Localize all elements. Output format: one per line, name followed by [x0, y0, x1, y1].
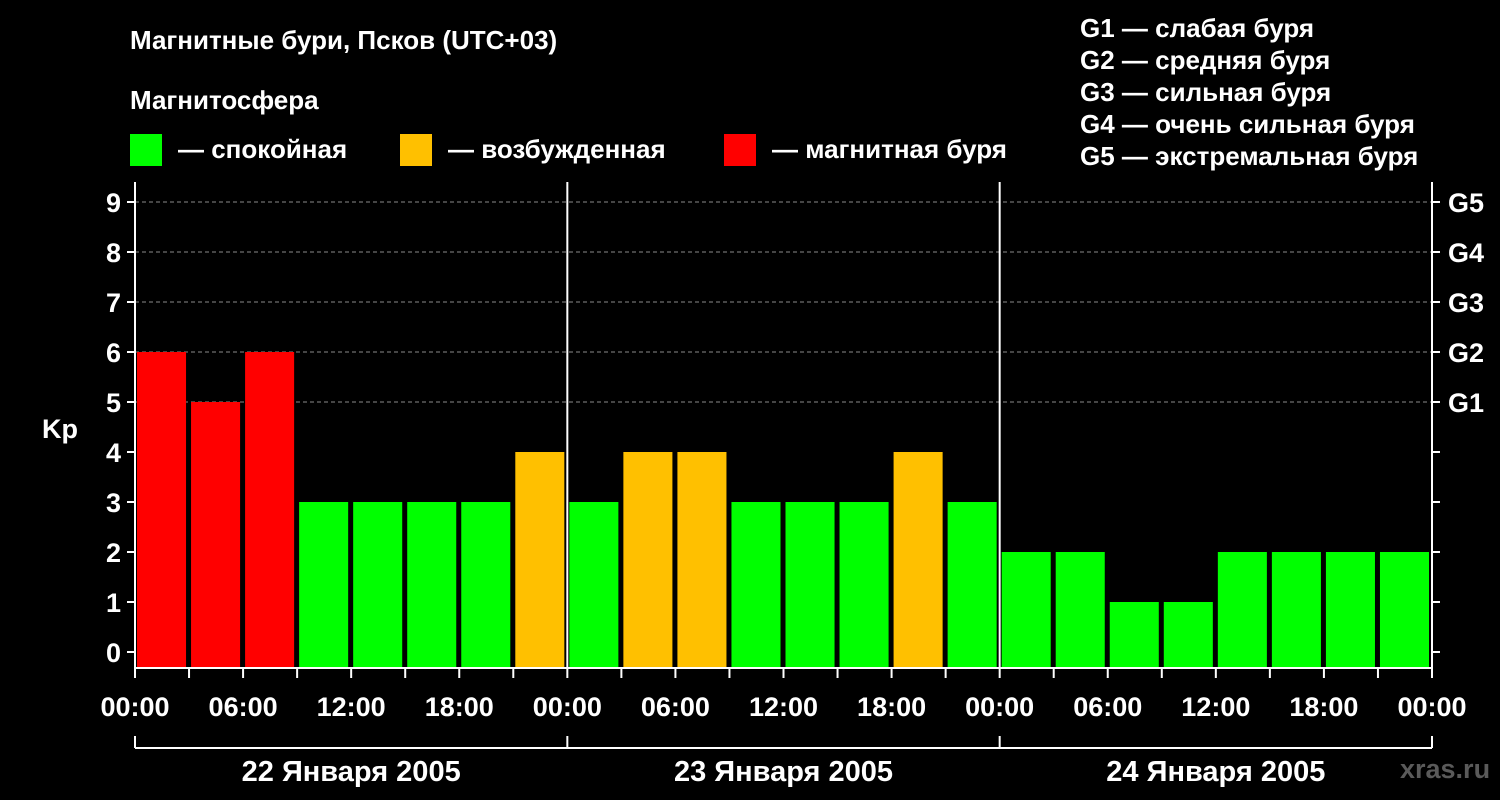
bar — [677, 452, 727, 668]
g-legend-g3: G3 — сильная буря — [1080, 77, 1331, 107]
g-legend-g5: G5 — экстремальная буря — [1080, 141, 1418, 171]
bar — [839, 502, 889, 668]
y-tick-label: 0 — [106, 638, 121, 668]
y2-tick-label: G2 — [1448, 338, 1484, 368]
x-tick-label: 18:00 — [1289, 692, 1358, 722]
bar — [1001, 552, 1051, 668]
bar — [1163, 602, 1213, 668]
day-label: 23 Января 2005 — [674, 756, 893, 788]
y-tick-label: 1 — [106, 588, 121, 618]
x-tick-label: 18:00 — [857, 692, 926, 722]
bar — [623, 452, 673, 668]
bar — [191, 402, 241, 668]
bar — [1217, 552, 1267, 668]
x-tick-label: 00:00 — [533, 692, 602, 722]
kp-chart: Магнитные бури, Псков (UTC+03) Магнитосф… — [42, 13, 1490, 788]
x-tick-label: 18:00 — [425, 692, 494, 722]
bar — [1109, 602, 1159, 668]
legend-label-storm: — магнитная буря — [772, 134, 1007, 164]
legend-swatch-quiet — [130, 134, 162, 166]
bar — [245, 352, 295, 668]
bar — [407, 502, 457, 668]
x-tick-label: 06:00 — [1073, 692, 1142, 722]
x-tick-label: 00:00 — [965, 692, 1034, 722]
chart-title: Магнитные бури, Псков (UTC+03) — [130, 25, 557, 55]
x-tick-label: 12:00 — [317, 692, 386, 722]
bar — [1379, 552, 1429, 668]
ticks: 0 1 2 3 4 5 6 7 8 9 G1 G2 G3 G4 G5 00:00 06:00 12:00 18:00… — [100, 188, 1484, 788]
x-tick-label: 00:00 — [1397, 692, 1466, 722]
y-tick-label: 5 — [106, 388, 121, 418]
g-legend-g1: G1 — слабая буря — [1080, 13, 1314, 43]
bar — [137, 352, 187, 668]
bars — [137, 352, 1429, 668]
bar — [785, 502, 835, 668]
legend-swatch-storm — [724, 134, 756, 166]
y2-tick-label: G4 — [1448, 238, 1484, 268]
y2-tick-label: G3 — [1448, 288, 1484, 318]
bar — [515, 452, 565, 668]
x-tick-label: 06:00 — [209, 692, 278, 722]
bar — [893, 452, 943, 668]
bar — [353, 502, 403, 668]
bar — [1055, 552, 1105, 668]
watermark: xras.ru — [1400, 754, 1490, 784]
bar — [947, 502, 997, 668]
bar — [299, 502, 349, 668]
day-label: 24 Января 2005 — [1106, 756, 1325, 788]
g-legend-g4: G4 — очень сильная буря — [1080, 109, 1415, 139]
x-tick-label: 06:00 — [641, 692, 710, 722]
x-tick-label: 12:00 — [749, 692, 818, 722]
bar — [731, 502, 781, 668]
legend-label-active: — возбужденная — [448, 134, 666, 164]
bar — [1271, 552, 1321, 668]
y-tick-label: 2 — [106, 538, 121, 568]
y-axis-label: Kp — [42, 414, 78, 444]
y-tick-label: 3 — [106, 488, 121, 518]
y2-tick-label: G5 — [1448, 188, 1484, 218]
legend-swatch-active — [400, 134, 432, 166]
bar — [461, 502, 511, 668]
legend-label-quiet: — спокойная — [178, 134, 347, 164]
x-tick-label: 12:00 — [1181, 692, 1250, 722]
chart-subtitle: Магнитосфера — [130, 85, 319, 115]
y-tick-label: 7 — [106, 288, 121, 318]
grid-lines — [135, 201, 1432, 403]
bar — [1325, 552, 1375, 668]
y-tick-label: 8 — [106, 238, 121, 268]
g-legend-g2: G2 — средняя буря — [1080, 45, 1330, 75]
y-tick-label: 4 — [106, 438, 121, 468]
day-label: 22 Января 2005 — [242, 756, 461, 788]
y-tick-label: 9 — [106, 188, 121, 218]
bar — [569, 502, 619, 668]
y-tick-label: 6 — [106, 338, 121, 368]
x-tick-label: 00:00 — [100, 692, 169, 722]
y2-tick-label: G1 — [1448, 388, 1484, 418]
